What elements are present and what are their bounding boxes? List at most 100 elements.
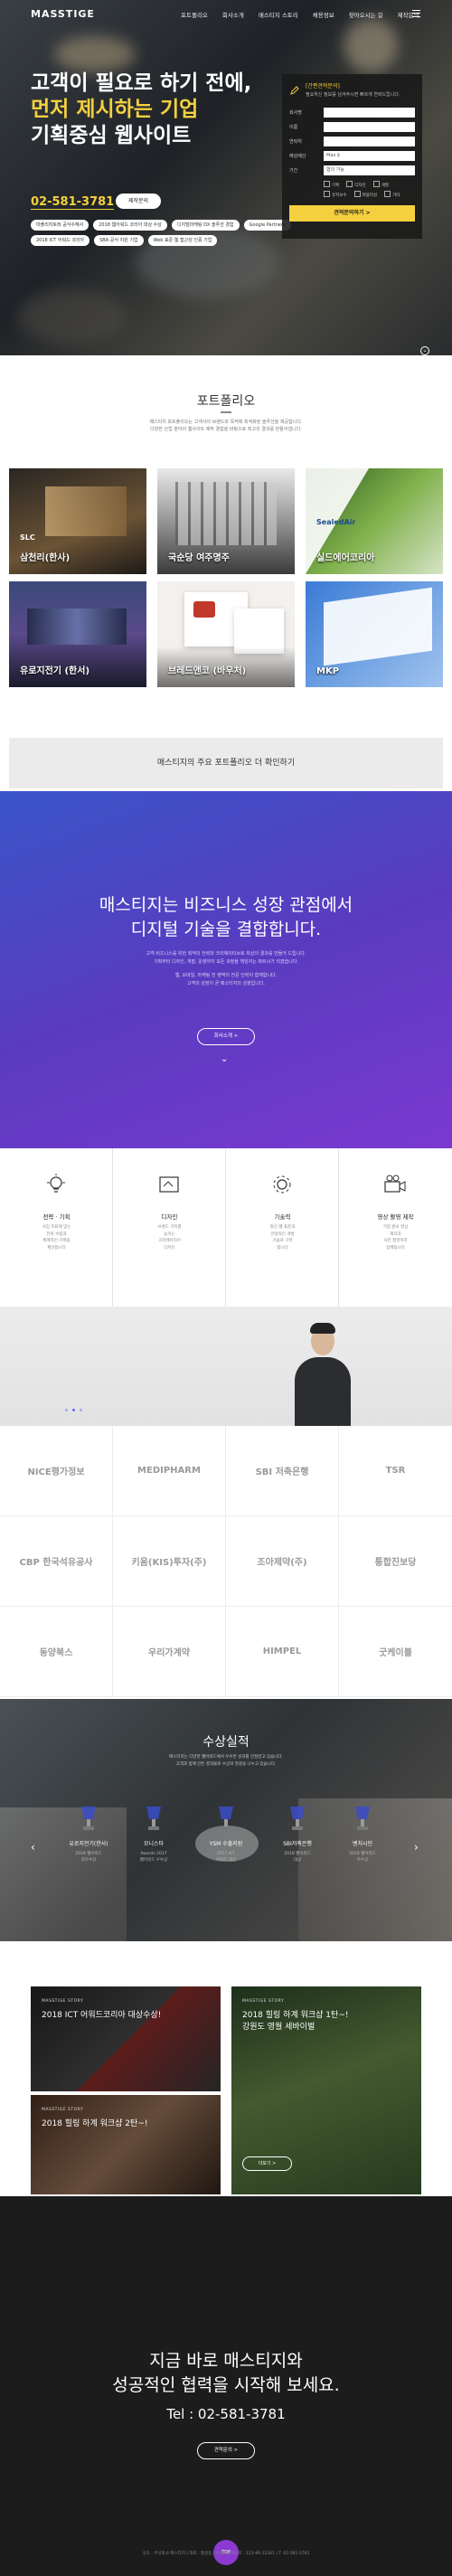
cta-tel[interactable]: Tel : 02-581-3781 bbox=[0, 2406, 452, 2422]
client-logo: CBP 한국석유공사 bbox=[0, 1516, 113, 1607]
next-arrow-icon[interactable]: › bbox=[414, 1841, 419, 1854]
inquiry-button[interactable]: 제작문의 bbox=[116, 193, 161, 209]
client-logo: 통합진보당 bbox=[339, 1516, 452, 1607]
checkbox-option[interactable]: 유지보수 bbox=[324, 191, 347, 198]
portfolio-tile-bread[interactable]: 브레드앤코 (바우처) bbox=[157, 581, 295, 687]
award-item[interactable]: 유로지전기(한사) 2018 웹어워드 최우수상 bbox=[57, 1803, 120, 1864]
hero-tags: 마플리지토레 공식수혜사 2018 웹어워드 코리아 대상 수상 디지털마케팅 … bbox=[31, 220, 293, 246]
form-row-name: 이름 bbox=[289, 122, 415, 132]
checkbox-option[interactable]: 기획 bbox=[324, 181, 339, 188]
service-strategy: 전략 · 기획 사업 목표에 맞는 전략 수립과 체계적인 기획을 제안합니다 bbox=[0, 1148, 113, 1307]
awards-desc-line: 매스티지는 다양한 웹어워드에서 우수한 성과를 인정받고 있습니다. bbox=[169, 1755, 283, 1760]
news-card[interactable]: MASSTIGE STORY 2018 ICT 어워드코리아 대상수상! bbox=[31, 1986, 221, 2091]
checkbox-option[interactable]: 퍼블리싱 bbox=[354, 191, 378, 198]
portfolio-section: 포트폴리오 매스티지 포트폴리오는 고객사의 브랜드와 목적에 최적화된 솔루션… bbox=[0, 355, 452, 791]
hero-line-1: 고객이 필요로 하기 전에, bbox=[31, 71, 252, 95]
award-title: SBI저축은행 bbox=[283, 1841, 312, 1847]
service-desc-line: 최신 웹 표준과 bbox=[269, 1225, 296, 1230]
service-desc-line: 브랜드 가치를 bbox=[157, 1225, 182, 1230]
award-title: 모니스타 bbox=[143, 1841, 165, 1847]
portfolio-tile-kooksoondang[interactable]: 국순당 여주명주 bbox=[157, 468, 295, 574]
news-card[interactable]: MASSTIGE STORY 2018 힐링 하계 워크샵 2탄~! bbox=[31, 2095, 221, 2194]
service-desc-line: 높이는 bbox=[164, 1231, 175, 1237]
chevron-down-icon: ⌄ bbox=[221, 1054, 229, 1064]
person-hair bbox=[310, 1323, 335, 1334]
tile-label: 삼천리(한사) bbox=[20, 553, 71, 563]
award-item[interactable]: SBI저축은행 2018 웹어워드 대상 bbox=[266, 1803, 329, 1864]
form-submit-button[interactable]: 견적문의하기 > bbox=[289, 205, 415, 222]
name-input[interactable] bbox=[324, 122, 415, 132]
prev-arrow-icon[interactable]: ‹ bbox=[31, 1841, 35, 1854]
pencil-icon bbox=[289, 82, 300, 95]
company-input[interactable] bbox=[324, 108, 415, 118]
cta-line-2: 성공적인 협력을 시작해 보세요. bbox=[112, 2375, 340, 2395]
tile-image bbox=[324, 587, 432, 666]
hero-phone[interactable]: 02-581-3781 bbox=[31, 195, 115, 210]
service-desc: 최신 웹 표준과 안정적인 개발 기술로 구현 합니다 bbox=[226, 1224, 339, 1251]
scroll-down-icon[interactable]: ⌄ bbox=[420, 346, 429, 355]
period-input[interactable]: 협의 가능 bbox=[324, 165, 415, 175]
tile-label: MKP bbox=[316, 666, 340, 676]
news-more-button[interactable]: 더보기 > bbox=[242, 2156, 292, 2171]
client-logo: MEDIPHARM bbox=[113, 1426, 226, 1516]
carousel-dot[interactable] bbox=[80, 1409, 82, 1411]
phone-input[interactable] bbox=[324, 137, 415, 146]
award-item[interactable]: YSM 수출지원 2017 ICT 어워드 대상 bbox=[194, 1803, 258, 1864]
cta-inquiry-button[interactable]: 견적문의 > bbox=[197, 2442, 255, 2459]
menu-item-about[interactable]: 회사소개 bbox=[222, 10, 244, 19]
intro-line-2: 디지털 기술을 결합합니다. bbox=[130, 920, 322, 939]
intro-line-1: 매스티지는 비즈니스 성장 관점에서 bbox=[99, 895, 353, 915]
news-label: MASSTIGE STORY bbox=[242, 1999, 285, 2004]
intro-desc: 고객의 성장이 곧 매스티지의 성장입니다. bbox=[186, 981, 266, 986]
award-item[interactable]: 모니스타 Awards 2017 웹어워드 우수상 bbox=[122, 1803, 185, 1864]
hamburger-menu-icon[interactable] bbox=[412, 10, 420, 17]
tile-brand: SealedAir bbox=[316, 518, 356, 526]
portfolio-tile-mkp[interactable]: MKP bbox=[306, 581, 443, 687]
menu-item-story[interactable]: 매스티지 스토리 bbox=[259, 10, 298, 19]
menu-item-portfolio[interactable]: 포트폴리오 bbox=[181, 10, 208, 19]
top-nav: MASSTIGE 포트폴리오 회사소개 매스티지 스토리 채용정보 찾아오시는 … bbox=[0, 0, 452, 27]
field-label: 회사명 bbox=[289, 110, 302, 116]
service-title: 기술력 bbox=[274, 1213, 291, 1221]
portfolio-tile-slc[interactable]: SLC 삼천리(한사) bbox=[9, 468, 146, 574]
carousel-dot-active[interactable] bbox=[72, 1409, 75, 1411]
site-logo[interactable]: MASSTIGE bbox=[31, 8, 95, 20]
about-button[interactable]: 회사소개 > bbox=[197, 1028, 255, 1045]
tile-image bbox=[27, 609, 127, 645]
award-desc: Awards 2017 웹어워드 우수상 bbox=[139, 1852, 168, 1863]
form-subtitle: 필요하신 정보를 남겨주시면 빠르게 연락드립니다. bbox=[306, 92, 400, 98]
tile-label: 국순당 여주명주 bbox=[168, 553, 230, 563]
checkbox-option[interactable]: 디자인 bbox=[346, 181, 365, 188]
carousel-dot[interactable] bbox=[65, 1409, 68, 1411]
cta-line-1: 지금 바로 매스티지와 bbox=[149, 2351, 303, 2371]
portfolio-tile-sealedair[interactable]: SealedAir 실드에어코리아 bbox=[306, 468, 443, 574]
award-item[interactable]: 벤처시민 2018 웹어워드 우수상 bbox=[331, 1803, 394, 1864]
checkbox-option[interactable]: 개발 bbox=[373, 181, 389, 188]
portfolio-more-link[interactable]: 매스티지의 주요 포트폴리오 더 확인하기 bbox=[9, 738, 443, 788]
quick-estimate-form: [간편견적문의] 필요하신 정보를 남겨주시면 빠르게 연락드립니다. 회사명 … bbox=[282, 74, 422, 239]
clients-section: NICE평가정보 MEDIPHARM SBI 저축은행 TSR CBP 한국석유… bbox=[0, 1426, 452, 1699]
award-desc: 2018 웹어워드 대상 bbox=[284, 1852, 311, 1863]
hero-tag: 2018 웹어워드 코리아 대상 수상 bbox=[93, 220, 167, 231]
portfolio-tile-eurogi[interactable]: 유로지전기 (한서) bbox=[9, 581, 146, 687]
menu-item-recruit[interactable]: 채용정보 bbox=[313, 10, 334, 19]
main-menu: 포트폴리오 회사소개 매스티지 스토리 채용정보 찾아오시는 길 제작문의 bbox=[181, 10, 419, 19]
portfolio-title: 포트폴리오 bbox=[196, 394, 256, 409]
service-checkboxes: 기획 디자인 개발 유지보수 퍼블리싱 기타 bbox=[289, 181, 415, 198]
hero-tag: 디지털마케팅 DX 솔루션 경험 bbox=[171, 220, 240, 231]
award-desc: 2017 ICT 어워드 대상 bbox=[215, 1852, 237, 1863]
tile-image bbox=[45, 486, 127, 536]
service-desc-line: 사업 목표에 맞는 bbox=[42, 1225, 71, 1230]
trophy-icon bbox=[215, 1803, 237, 1834]
checkbox-option[interactable]: 기타 bbox=[384, 191, 400, 198]
tile-label: 유로지전기 (한서) bbox=[20, 666, 90, 676]
service-desc-line: 제작과 bbox=[390, 1231, 401, 1237]
hero-tag: Web 표준 웹 접근성 인증 기업 bbox=[147, 235, 218, 246]
form-row-company: 회사명 bbox=[289, 108, 415, 118]
awards-desc-line: 고객과 함께 만든 결과물로 수상의 영광을 나누고 있습니다. bbox=[175, 1761, 277, 1767]
menu-item-location[interactable]: 찾아오시는 길 bbox=[349, 10, 383, 19]
intro-section: 매스티지는 비즈니스 성장 관점에서 디지털 기술을 결합합니다. 고객 비즈니… bbox=[0, 791, 452, 1148]
budget-select[interactable]: Max $ bbox=[324, 151, 415, 161]
cta-headline: 지금 바로 매스티지와 성공적인 협력을 시작해 보세요. bbox=[0, 2349, 452, 2398]
form-row-phone: 연락처 bbox=[289, 137, 415, 146]
